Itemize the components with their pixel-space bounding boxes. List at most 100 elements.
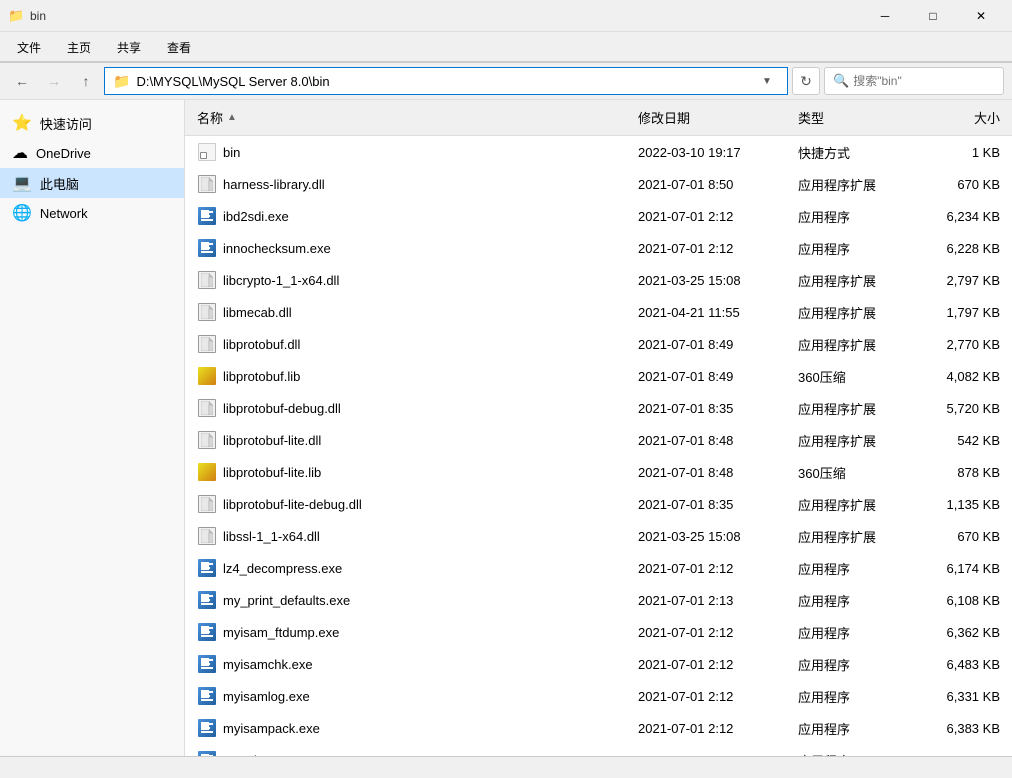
file-name-cell: libssl-1_1-x64.dll xyxy=(193,522,634,550)
file-name: bin xyxy=(223,145,240,160)
col-header-date[interactable]: 修改日期 xyxy=(634,104,794,131)
table-row[interactable]: libprotobuf-lite.lib 2021-07-01 8:48 360… xyxy=(185,456,1012,488)
table-row[interactable]: libprotobuf.dll 2021-07-01 8:49 应用程序扩展 2… xyxy=(185,328,1012,360)
file-size-cell: 6,228 KB xyxy=(914,237,1004,260)
search-icon: 🔍 xyxy=(833,73,849,89)
tab-home[interactable]: 主页 xyxy=(54,32,104,62)
file-name: innochecksum.exe xyxy=(223,241,331,256)
file-name-cell: ibd2sdi.exe xyxy=(193,202,634,230)
file-icon xyxy=(197,654,217,674)
sidebar-item-this-pc[interactable]: 💻 此电脑 xyxy=(0,168,184,198)
file-type-cell: 应用程序扩展 xyxy=(794,523,914,550)
table-row[interactable]: myisamchk.exe 2021-07-01 2:12 应用程序 6,483… xyxy=(185,648,1012,680)
sidebar-item-onedrive[interactable]: ☁ OneDrive xyxy=(0,138,184,168)
file-type-cell: 应用程序 xyxy=(794,619,914,646)
forward-button[interactable]: → xyxy=(40,67,68,95)
file-type: 360压缩 xyxy=(798,367,846,386)
file-date-cell: 2021-07-01 2:12 xyxy=(634,653,794,676)
col-header-type[interactable]: 类型 xyxy=(794,104,914,131)
minimize-button[interactable]: ─ xyxy=(862,0,908,32)
file-size-cell: 6,108 KB xyxy=(914,589,1004,612)
file-date: 2021-07-01 2:13 xyxy=(638,593,733,608)
file-date-cell: 2021-07-01 2:12 xyxy=(634,621,794,644)
main-area: ⭐ 快速访问 ☁ OneDrive 💻 此电脑 🌐 Network 名称 ▲ 修… xyxy=(0,100,1012,756)
close-button[interactable]: ✕ xyxy=(958,0,1004,32)
file-type-cell: 应用程序 xyxy=(794,747,914,757)
address-dropdown-button[interactable]: ▼ xyxy=(755,68,779,94)
file-name-cell: lz4_decompress.exe xyxy=(193,554,634,582)
address-bar[interactable]: 📁 D:\MYSQL\MySQL Server 8.0\bin ▼ xyxy=(104,67,788,95)
file-type-cell: 360压缩 xyxy=(794,363,914,390)
file-name-cell: libprotobuf-lite-debug.dll xyxy=(193,490,634,518)
table-row[interactable]: myisam_ftdump.exe 2021-07-01 2:12 应用程序 6… xyxy=(185,616,1012,648)
table-row[interactable]: libprotobuf-lite-debug.dll 2021-07-01 8:… xyxy=(185,488,1012,520)
file-type: 应用程序 xyxy=(798,207,850,226)
file-area: 名称 ▲ 修改日期 类型 大小 bin 2022-03-10 19:17 xyxy=(185,100,1012,756)
file-name: libprotobuf-debug.dll xyxy=(223,401,341,416)
file-icon xyxy=(197,558,217,578)
tab-share[interactable]: 共享 xyxy=(104,32,154,62)
file-type-cell: 应用程序扩展 xyxy=(794,427,914,454)
file-size: 6,174 KB xyxy=(947,561,1001,576)
table-row[interactable]: libmecab.dll 2021-04-21 11:55 应用程序扩展 1,7… xyxy=(185,296,1012,328)
col-header-size[interactable]: 大小 xyxy=(914,104,1004,131)
tab-file[interactable]: 文件 xyxy=(4,32,54,62)
file-size-cell: 670 KB xyxy=(914,525,1004,548)
table-row[interactable]: libssl-1_1-x64.dll 2021-03-25 15:08 应用程序… xyxy=(185,520,1012,552)
file-size: 670 KB xyxy=(957,177,1000,192)
file-date: 2021-07-01 8:48 xyxy=(638,465,733,480)
file-type: 应用程序扩展 xyxy=(798,303,876,322)
file-size: 6,108 KB xyxy=(947,593,1001,608)
file-icon xyxy=(197,206,217,226)
file-date-cell: 2021-07-01 2:12 xyxy=(634,557,794,580)
table-row[interactable]: myisamlog.exe 2021-07-01 2:12 应用程序 6,331… xyxy=(185,680,1012,712)
file-name-cell: libcrypto-1_1-x64.dll xyxy=(193,266,634,294)
tab-view[interactable]: 查看 xyxy=(154,32,204,62)
table-row[interactable]: mysql.exe 2021-07-01 2:12 应用程序 6,798 KB xyxy=(185,744,1012,756)
file-name: my_print_defaults.exe xyxy=(223,593,350,608)
up-button[interactable]: ↑ xyxy=(72,67,100,95)
file-size: 878 KB xyxy=(957,465,1000,480)
refresh-button[interactable]: ↻ xyxy=(792,67,820,95)
file-date: 2021-07-01 8:35 xyxy=(638,401,733,416)
table-row[interactable]: innochecksum.exe 2021-07-01 2:12 应用程序 6,… xyxy=(185,232,1012,264)
file-type: 应用程序 xyxy=(798,719,850,738)
maximize-button[interactable]: □ xyxy=(910,0,956,32)
file-date-cell: 2021-07-01 8:35 xyxy=(634,397,794,420)
address-folder-icon: 📁 xyxy=(113,73,130,90)
sidebar-item-network[interactable]: 🌐 Network xyxy=(0,198,184,228)
table-row[interactable]: lz4_decompress.exe 2021-07-01 2:12 应用程序 … xyxy=(185,552,1012,584)
file-size: 2,770 KB xyxy=(947,337,1001,352)
file-date: 2021-07-01 8:50 xyxy=(638,177,733,192)
file-icon xyxy=(197,398,217,418)
file-icon xyxy=(197,334,217,354)
file-date-cell: 2021-07-01 8:48 xyxy=(634,461,794,484)
file-type: 快捷方式 xyxy=(798,143,850,162)
file-type: 应用程序扩展 xyxy=(798,399,876,418)
file-size-cell: 1,797 KB xyxy=(914,301,1004,324)
file-name-cell: libprotobuf-lite.lib xyxy=(193,458,634,486)
table-row[interactable]: bin 2022-03-10 19:17 快捷方式 1 KB xyxy=(185,136,1012,168)
search-box[interactable]: 🔍 xyxy=(824,67,1004,95)
table-row[interactable]: my_print_defaults.exe 2021-07-01 2:13 应用… xyxy=(185,584,1012,616)
table-row[interactable]: libprotobuf-lite.dll 2021-07-01 8:48 应用程… xyxy=(185,424,1012,456)
file-name-cell: innochecksum.exe xyxy=(193,234,634,262)
table-row[interactable]: ibd2sdi.exe 2021-07-01 2:12 应用程序 6,234 K… xyxy=(185,200,1012,232)
sidebar-label-quick-access: 快速访问 xyxy=(40,114,92,133)
table-row[interactable]: harness-library.dll 2021-07-01 8:50 应用程序… xyxy=(185,168,1012,200)
file-date: 2021-07-01 8:49 xyxy=(638,369,733,384)
table-row[interactable]: libcrypto-1_1-x64.dll 2021-03-25 15:08 应… xyxy=(185,264,1012,296)
file-type: 应用程序扩展 xyxy=(798,495,876,514)
file-list-header: 名称 ▲ 修改日期 类型 大小 xyxy=(185,100,1012,136)
table-row[interactable]: myisampack.exe 2021-07-01 2:12 应用程序 6,38… xyxy=(185,712,1012,744)
file-type: 应用程序扩展 xyxy=(798,335,876,354)
col-header-name[interactable]: 名称 ▲ xyxy=(193,104,634,131)
file-date: 2021-07-01 2:12 xyxy=(638,625,733,640)
file-date-cell: 2021-07-01 8:48 xyxy=(634,429,794,452)
sidebar-item-quick-access[interactable]: ⭐ 快速访问 xyxy=(0,108,184,138)
search-input[interactable] xyxy=(853,74,1008,88)
back-button[interactable]: ← xyxy=(8,67,36,95)
file-date-cell: 2021-07-01 8:49 xyxy=(634,333,794,356)
table-row[interactable]: libprotobuf.lib 2021-07-01 8:49 360压缩 4,… xyxy=(185,360,1012,392)
table-row[interactable]: libprotobuf-debug.dll 2021-07-01 8:35 应用… xyxy=(185,392,1012,424)
